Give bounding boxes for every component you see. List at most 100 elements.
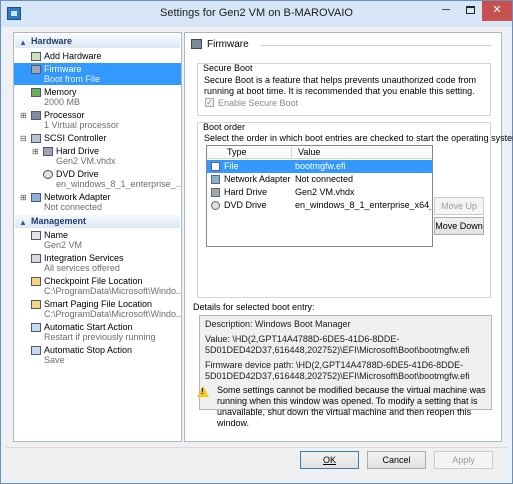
- hardware-header-label: Hardware: [31, 36, 73, 46]
- collapse-icon[interactable]: ⊟: [20, 134, 27, 143]
- checkbox-check-icon: ✓: [205, 98, 214, 107]
- sidebar-item-sub: Gen2 VM: [44, 240, 83, 250]
- sidebar-item-scsi-controller[interactable]: ⊟ SCSI Controller: [14, 132, 181, 145]
- file-icon: [211, 162, 220, 171]
- dvd-drive-icon: [43, 170, 53, 179]
- dialog-client-area: ▲ Hardware Add Hardware Firmware Boot fr…: [6, 27, 513, 479]
- column-header-type[interactable]: Type: [227, 146, 247, 159]
- header-divider: [261, 45, 491, 46]
- auto-start-icon: [31, 323, 41, 332]
- column-header-value[interactable]: Value: [298, 146, 320, 159]
- sidebar-item-sub: C:\ProgramData\Microsoft\Windo...: [44, 309, 182, 319]
- boot-order-description: Select the order in which boot entries a…: [204, 133, 513, 143]
- move-down-button[interactable]: Move Down: [434, 217, 484, 235]
- sidebar-item-automatic-stop-action[interactable]: Automatic Stop Action Save: [14, 344, 181, 366]
- sidebar-item-processor[interactable]: ⊞ Processor 1 Virtual processor: [14, 109, 181, 131]
- expand-icon[interactable]: ⊞: [20, 111, 27, 120]
- sidebar-item-sub: Save: [44, 355, 65, 365]
- details-firmware-path: Firmware device path: \HD(2,GPT14A4788D-…: [205, 360, 470, 381]
- sidebar-item-hard-drive[interactable]: ⊞ Hard Drive Gen2 VM.vhdx: [14, 145, 181, 167]
- enable-secure-boot-checkbox[interactable]: ✓ Enable Secure Boot: [205, 97, 325, 109]
- collapse-icon[interactable]: ▲: [19, 36, 27, 49]
- sidebar-item-sub: C:\ProgramData\Microsoft\Windo...: [44, 286, 182, 296]
- sidebar-item-sub: 2000 MB: [44, 97, 81, 107]
- scsi-controller-icon: [31, 134, 41, 143]
- warning-exclamation-icon: !: [201, 387, 204, 396]
- boot-entry-value: bootmgfw.efi: [295, 161, 346, 171]
- sidebar-item-label: Add Hardware: [44, 51, 102, 61]
- details-value: Value: \HD(2,GPT14A4788D-6DE5-41D6-8DDE-…: [205, 334, 470, 355]
- boot-entry-row[interactable]: Network Adapter Not connected: [207, 173, 432, 186]
- sidebar-item-network-adapter[interactable]: ⊞ Network Adapter Not connected: [14, 191, 181, 213]
- details-description: Description: Windows Boot Manager: [205, 319, 351, 329]
- cancel-label: Cancel: [382, 455, 411, 465]
- expand-icon[interactable]: ⊞: [20, 193, 27, 202]
- boot-entry-value: Not connected: [295, 174, 354, 184]
- maximize-button[interactable]: [458, 1, 482, 21]
- checkpoint-icon: [31, 277, 41, 286]
- list-header: Type Value: [207, 146, 432, 159]
- ok-label: OK: [322, 455, 336, 465]
- boot-entry-value: Gen2 VM.vhdx: [295, 187, 355, 197]
- management-section-header[interactable]: ▲ Management: [15, 215, 180, 228]
- sidebar-item-integration-services[interactable]: Integration Services All services offere…: [14, 252, 181, 274]
- auto-stop-icon: [31, 346, 41, 355]
- sidebar-item-firmware[interactable]: Firmware Boot from File: [14, 63, 181, 85]
- boot-entry-type: DVD Drive: [224, 200, 267, 210]
- sidebar-item-automatic-start-action[interactable]: Automatic Start Action Restart if previo…: [14, 321, 181, 343]
- sidebar-item-sub: Boot from File: [44, 74, 101, 84]
- boot-order-list[interactable]: Type Value File bootmgfw.efi Network Ada…: [206, 145, 433, 247]
- footer-divider: [6, 447, 507, 448]
- sidebar-item-sub: Gen2 VM.vhdx: [56, 156, 116, 166]
- settings-tree[interactable]: ▲ Hardware Add Hardware Firmware Boot fr…: [13, 32, 182, 442]
- sidebar-item-checkpoint-location[interactable]: Checkpoint File Location C:\ProgramData\…: [14, 275, 181, 297]
- hardware-section-header[interactable]: ▲ Hardware: [15, 35, 180, 48]
- panel-title: Firmware: [207, 39, 249, 50]
- collapse-icon[interactable]: ▲: [19, 216, 27, 229]
- close-button[interactable]: ✕: [482, 1, 512, 21]
- boot-entry-row[interactable]: File bootmgfw.efi: [207, 160, 432, 173]
- settings-window: Settings for Gen2 VM on B-MAROVAIO ─ ✕ ▲…: [0, 0, 513, 484]
- boot-entry-row[interactable]: Hard Drive Gen2 VM.vhdx: [207, 186, 432, 199]
- sidebar-item-name[interactable]: Name Gen2 VM: [14, 229, 181, 251]
- details-title: Details for selected boot entry:: [193, 302, 315, 312]
- smart-paging-icon: [31, 300, 41, 309]
- sidebar-item-smart-paging-location[interactable]: Smart Paging File Location C:\ProgramDat…: [14, 298, 181, 320]
- add-hardware-icon: [31, 52, 41, 61]
- hard-drive-icon: [43, 147, 53, 156]
- title-bar[interactable]: Settings for Gen2 VM on B-MAROVAIO ─ ✕: [1, 1, 512, 27]
- maximize-icon: [465, 6, 475, 14]
- apply-button[interactable]: Apply: [434, 451, 493, 469]
- boot-entry-value: en_windows_8_1_enterprise_x64_d...: [295, 200, 431, 210]
- panel-header: Firmware: [191, 38, 491, 52]
- cancel-button[interactable]: Cancel: [367, 451, 426, 469]
- expand-icon[interactable]: ⊞: [32, 147, 39, 156]
- sidebar-item-memory[interactable]: Memory 2000 MB: [14, 86, 181, 108]
- sidebar-item-add-hardware[interactable]: Add Hardware: [14, 50, 181, 63]
- sidebar-item-sub: Not connected: [44, 202, 103, 212]
- warning-message: ! Some settings cannot be modified becau…: [197, 385, 492, 428]
- boot-entry-type: Network Adapter: [224, 174, 291, 184]
- hard-drive-icon: [211, 188, 220, 197]
- firmware-icon: [31, 65, 41, 74]
- dvd-drive-icon: [211, 201, 220, 210]
- move-up-button[interactable]: Move Up: [434, 197, 484, 215]
- secure-boot-description: Secure Boot is a feature that helps prev…: [204, 75, 477, 96]
- boot-entry-row[interactable]: DVD Drive en_windows_8_1_enterprise_x64_…: [207, 199, 432, 212]
- secure-boot-title: Secure Boot: [203, 63, 253, 73]
- boot-order-title: Boot order: [203, 122, 246, 132]
- sidebar-item-dvd-drive[interactable]: DVD Drive en_windows_8_1_enterprise_...: [14, 168, 181, 190]
- sidebar-item-sub: All services offered: [44, 263, 120, 273]
- network-adapter-icon: [211, 175, 220, 184]
- name-icon: [31, 231, 41, 240]
- boot-entry-type: File: [224, 161, 239, 171]
- ok-button[interactable]: OK: [300, 451, 359, 469]
- sidebar-item-sub: en_windows_8_1_enterprise_...: [56, 179, 182, 189]
- sidebar-item-sub: Restart if previously running: [44, 332, 156, 342]
- processor-icon: [31, 111, 41, 120]
- network-adapter-icon: [31, 193, 41, 202]
- column-separator[interactable]: [291, 147, 292, 158]
- minimize-button[interactable]: ─: [434, 1, 458, 21]
- firmware-settings-panel: Firmware Secure Boot Secure Boot is a fe…: [184, 32, 513, 442]
- checkbox-label: Enable Secure Boot: [218, 98, 299, 108]
